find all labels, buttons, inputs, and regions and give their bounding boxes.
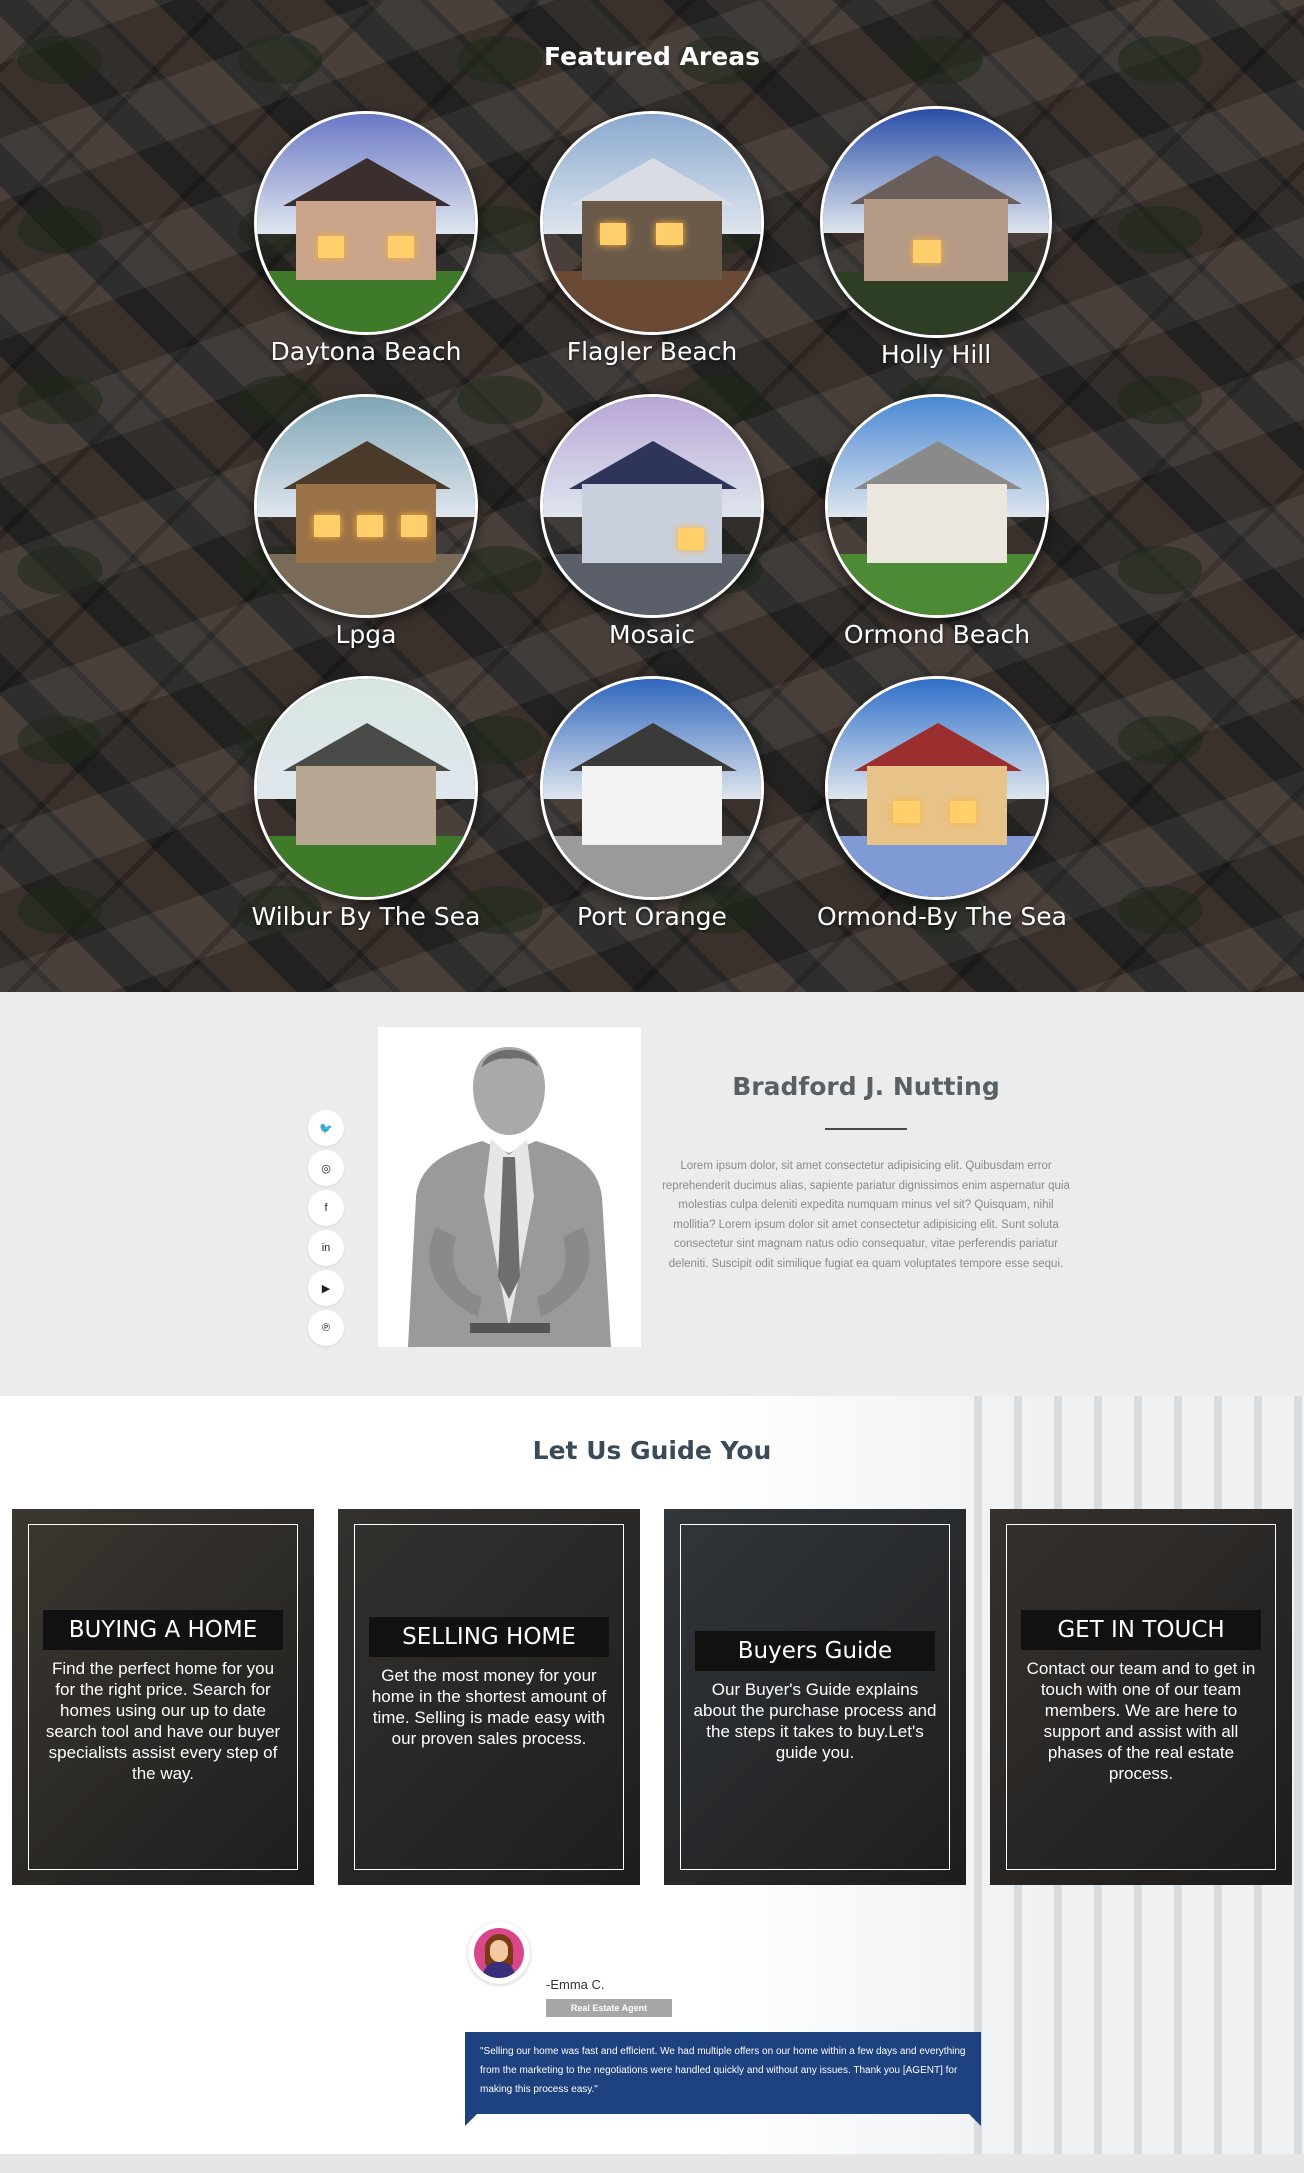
area-flagler-beach[interactable]: Flagler Beach [532, 111, 772, 366]
card-text: Contact our team and to get in touch wit… [1026, 1659, 1256, 1783]
area-label[interactable]: Flagler Beach [532, 337, 772, 366]
area-label[interactable]: Holly Hill [816, 340, 1056, 369]
area-ormond-by-the-sea[interactable]: Ormond-By The Sea [817, 676, 1067, 931]
card-get-in-touch[interactable]: GET IN TOUCH Contact our team and to get… [990, 1509, 1292, 1885]
area-label[interactable]: Ormond-By The Sea [817, 902, 1067, 931]
social-links: 🐦 ◎ f in ▶ ℗ [308, 1110, 346, 1350]
area-photo[interactable] [254, 111, 478, 335]
area-photo[interactable] [825, 394, 1049, 618]
area-photo[interactable] [820, 106, 1052, 338]
quote-tail [465, 2114, 477, 2126]
guide-title: Let Us Guide You [532, 1436, 772, 1465]
card-text: Our Buyer's Guide explains about the pur… [693, 1680, 937, 1762]
card-title[interactable]: Buyers Guide [695, 1631, 935, 1671]
area-label[interactable]: Ormond Beach [817, 620, 1057, 649]
area-label[interactable]: Wilbur By The Sea [246, 902, 486, 931]
card-buyers-guide[interactable]: Buyers Guide Our Buyer's Guide explains … [664, 1509, 966, 1885]
agent-bio: Lorem ipsum dolor, sit amet consectetur … [662, 1160, 1070, 1270]
card-text: Get the most money for your home in the … [371, 1666, 607, 1748]
card-title[interactable]: BUYING A HOME [43, 1610, 283, 1650]
card-text: Find the perfect home for you for the ri… [45, 1659, 281, 1783]
agent-portrait [378, 1027, 641, 1347]
area-mosaic[interactable]: Mosaic [532, 394, 772, 649]
area-label[interactable]: Mosaic [532, 620, 772, 649]
testimonial-author: -Emma C. [546, 1977, 605, 1992]
youtube-icon[interactable]: ▶ [308, 1270, 344, 1306]
quote-tail [969, 2114, 981, 2126]
area-photo[interactable] [540, 394, 764, 618]
area-wilbur-by-the-sea[interactable]: Wilbur By The Sea [246, 676, 486, 931]
area-label[interactable]: Lpga [246, 620, 486, 649]
businessman-silhouette-icon [378, 1027, 641, 1347]
facebook-icon[interactable]: f [308, 1190, 344, 1226]
area-label[interactable]: Daytona Beach [246, 337, 486, 366]
linkedin-icon[interactable]: in [308, 1230, 344, 1266]
featured-areas-section: Featured Areas Daytona Beach Flagler Bea… [0, 0, 1304, 992]
pinterest-icon[interactable]: ℗ [308, 1310, 344, 1346]
area-holly-hill[interactable]: Holly Hill [816, 106, 1056, 369]
card-title[interactable]: GET IN TOUCH [1021, 1610, 1261, 1650]
footer-strip [0, 2154, 1304, 2173]
area-photo[interactable] [825, 676, 1049, 900]
card-title[interactable]: SELLING HOME [369, 1617, 609, 1657]
area-photo[interactable] [540, 111, 764, 335]
area-ormond-beach[interactable]: Ormond Beach [817, 394, 1057, 649]
area-daytona-beach[interactable]: Daytona Beach [246, 111, 486, 366]
twitter-icon[interactable]: 🐦 [308, 1110, 344, 1146]
area-photo[interactable] [254, 676, 478, 900]
agent-name: Bradford J. Nutting [732, 1072, 1000, 1101]
divider [825, 1128, 907, 1130]
area-photo[interactable] [254, 394, 478, 618]
area-photo[interactable] [540, 676, 764, 900]
featured-areas-title: Featured Areas [544, 42, 760, 71]
instagram-icon[interactable]: ◎ [308, 1150, 344, 1186]
testimonial-avatar [468, 1922, 530, 1984]
testimonial-quote: "Selling our home was fast and efficient… [465, 2032, 981, 2114]
area-lpga[interactable]: Lpga [246, 394, 486, 649]
agent-section: 🐦 ◎ f in ▶ ℗ Bradford J. Nutting Lorem i… [0, 992, 1304, 1396]
testimonial-role-badge: Real Estate Agent [546, 1999, 672, 2017]
card-selling-home[interactable]: SELLING HOME Get the most money for your… [338, 1509, 640, 1885]
area-label[interactable]: Port Orange [532, 902, 772, 931]
card-buying-a-home[interactable]: BUYING A HOME Find the perfect home for … [12, 1509, 314, 1885]
area-port-orange[interactable]: Port Orange [532, 676, 772, 931]
